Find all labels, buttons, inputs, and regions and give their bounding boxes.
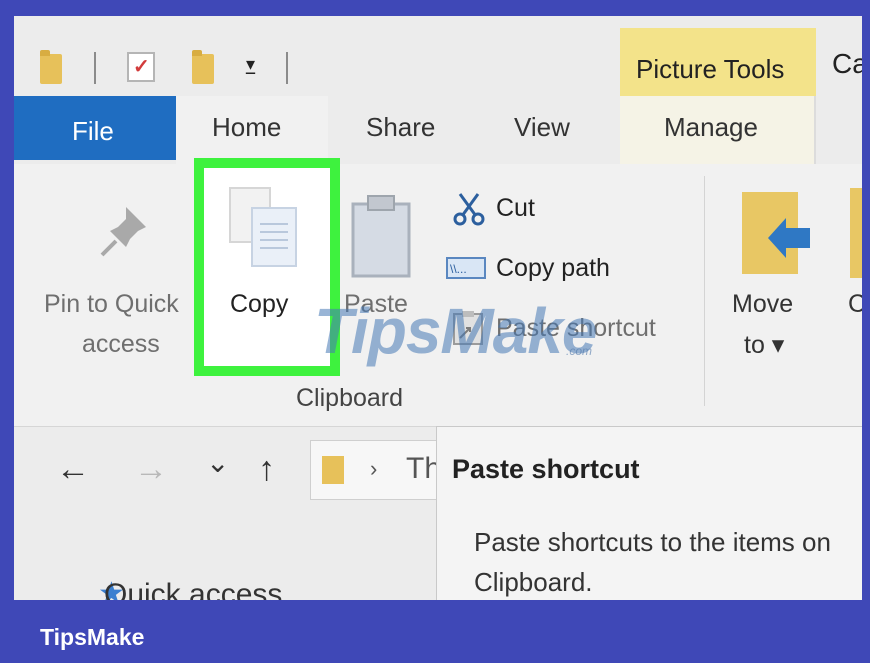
- ribbon-group-separator: [704, 176, 705, 406]
- tooltip-body: Paste shortcuts to the items on Clipboar…: [474, 522, 862, 600]
- tooltip-line2: Clipboard.: [474, 567, 593, 597]
- pin-icon: [100, 207, 146, 257]
- watermark: TipsMake: [314, 295, 597, 367]
- tab-manage[interactable]: Manage: [664, 112, 758, 143]
- clipboard-group-label: Clipboard: [296, 384, 404, 412]
- address-folder-icon: [322, 456, 344, 484]
- scissors-icon: [453, 193, 485, 226]
- new-folder-icon[interactable]: [192, 50, 214, 84]
- copy-to-label[interactable]: C: [848, 290, 862, 319]
- move-to-icon: [742, 192, 810, 274]
- copy-path-label[interactable]: Copy path: [496, 254, 610, 283]
- tab-separator: [814, 96, 816, 164]
- folder-icon[interactable]: [40, 50, 62, 84]
- properties-icon[interactable]: ✓: [127, 52, 155, 82]
- copy-icon: [229, 187, 297, 267]
- picture-tools-label: Picture Tools: [636, 54, 785, 84]
- tab-file-label[interactable]: File: [72, 116, 114, 147]
- toolbar-separator: [94, 52, 96, 84]
- tab-home[interactable]: Home: [212, 112, 281, 143]
- toolbar-separator: [286, 52, 288, 84]
- paste-icon: [351, 195, 411, 278]
- tooltip-title: Paste shortcut: [452, 454, 640, 484]
- window-title: Ca: [832, 48, 862, 79]
- tooltip-line1: Paste shortcuts to the items on: [474, 527, 831, 557]
- cut-label[interactable]: Cut: [496, 194, 535, 223]
- footer-brand: TipsMake: [40, 624, 145, 650]
- sidebar-item-quick-access[interactable]: Quick access: [104, 578, 282, 600]
- chevron-right-icon[interactable]: ›: [370, 456, 377, 482]
- pin-label-line1[interactable]: Pin to Quick: [44, 290, 179, 319]
- move-to-label-line1[interactable]: Move: [732, 290, 793, 319]
- recent-locations-icon[interactable]: ⌄: [206, 446, 229, 479]
- tab-share[interactable]: Share: [366, 112, 435, 143]
- copy-to-icon: [850, 188, 862, 278]
- customize-dropdown-icon[interactable]: ▾̲: [246, 54, 255, 75]
- move-to-label-line2[interactable]: to ▾: [744, 330, 784, 360]
- up-arrow-icon[interactable]: ↑: [258, 450, 275, 489]
- tab-view[interactable]: View: [514, 112, 570, 143]
- explorer-window: ✓ ▾̲ Picture Tools Ca File Home Share Vi…: [14, 16, 862, 600]
- back-arrow-icon[interactable]: ←: [56, 450, 90, 489]
- copy-path-icon: \\...: [446, 257, 486, 279]
- watermark-suffix: .com: [566, 344, 593, 358]
- svg-text:\\...: \\...: [450, 262, 467, 276]
- pin-label-line2[interactable]: access: [82, 330, 160, 359]
- copy-label[interactable]: Copy: [230, 290, 288, 319]
- forward-arrow-icon[interactable]: →: [134, 450, 168, 489]
